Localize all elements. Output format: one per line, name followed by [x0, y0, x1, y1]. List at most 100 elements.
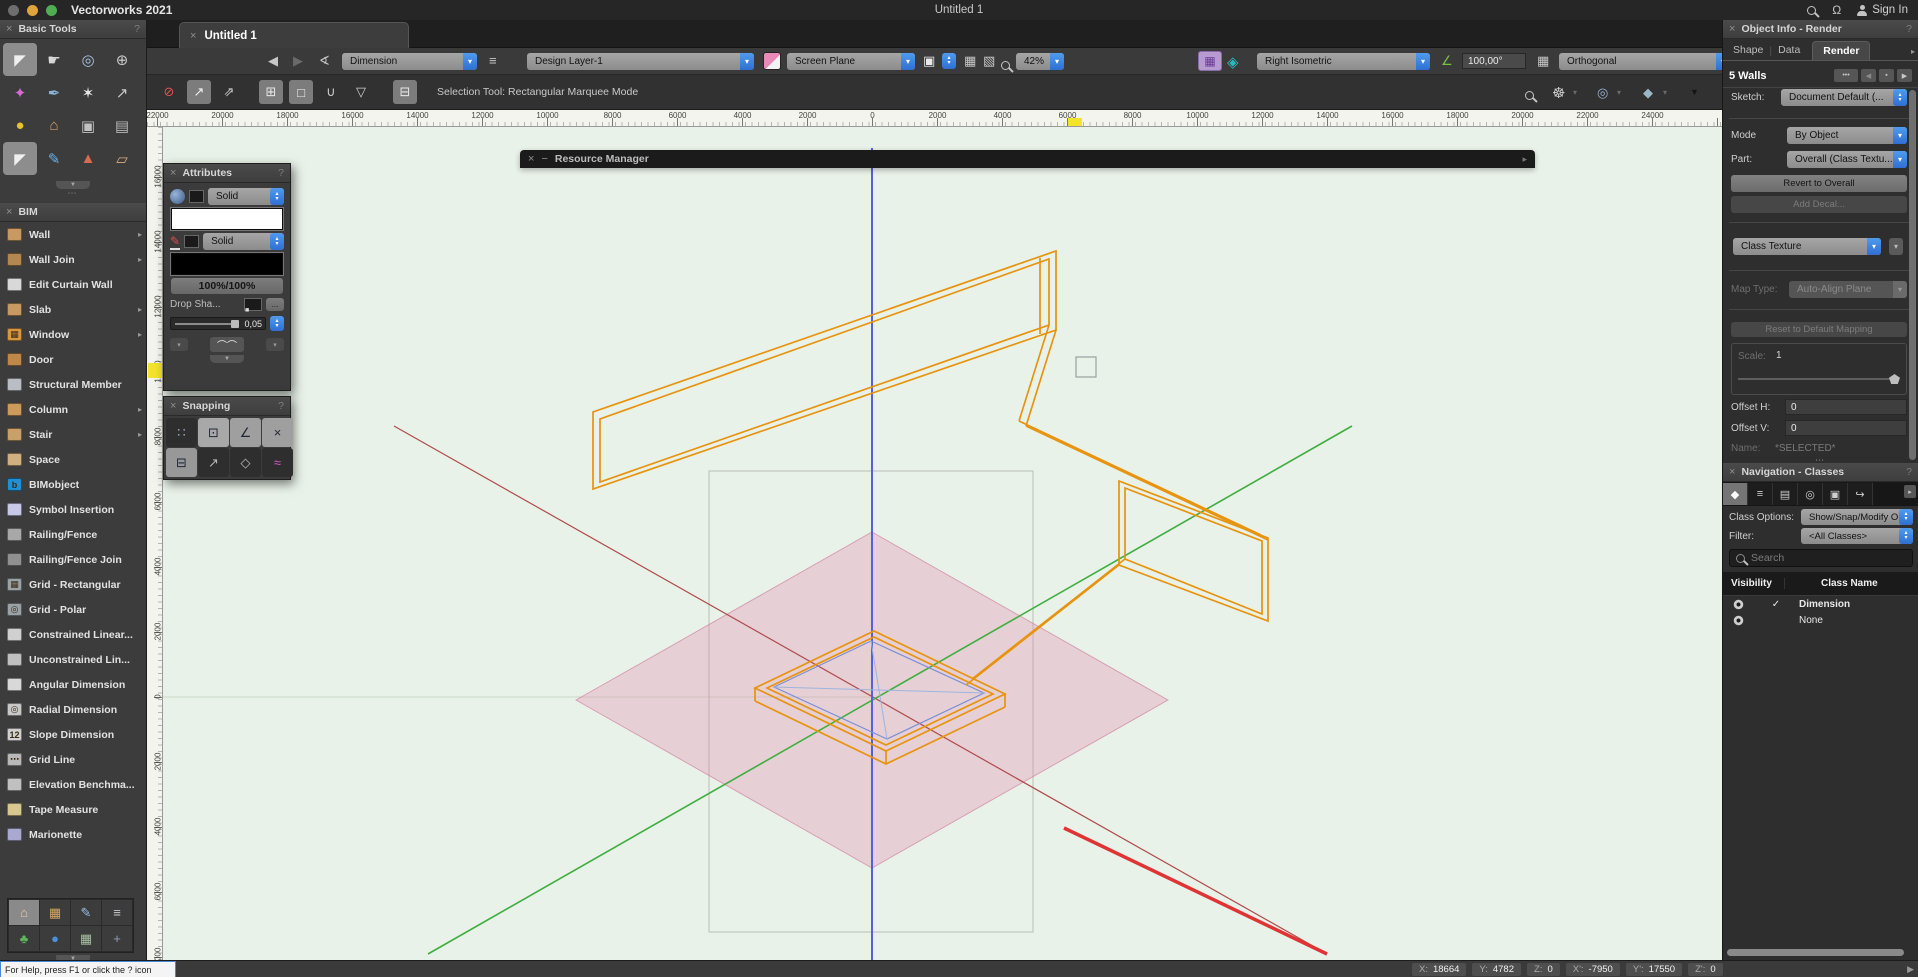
close-icon[interactable]: × [1729, 23, 1735, 35]
tool-mode-button[interactable]: ↗ [187, 80, 211, 104]
drop-shadow-settings-button[interactable]: ... [266, 298, 284, 311]
fill-pattern-swatch[interactable] [189, 190, 204, 203]
bim-tool-item[interactable]: ▦ Window ▸ [0, 322, 146, 347]
close-icon[interactable]: × [170, 400, 176, 412]
tool-mode-button[interactable]: ⊟ [393, 80, 417, 104]
fill-style-dropdown[interactable]: Solid▴▾ [208, 188, 284, 205]
basic-tool-button[interactable]: ✒ [37, 76, 71, 109]
shape-modes-icon[interactable]: ◆ [1643, 85, 1653, 101]
previous-view-icon[interactable]: ▧ [983, 53, 995, 69]
gear-icon[interactable]: ☸ [1552, 84, 1565, 102]
coordinate-field[interactable]: Y:4782 [1472, 963, 1521, 976]
resource-manager-bar[interactable]: × − Resource Manager ▸ [520, 150, 1535, 168]
stepper-icon[interactable]: ▴▾ [270, 316, 284, 331]
bim-tool-item[interactable]: b BIMobject [0, 472, 146, 497]
constraint-icon[interactable]: ∢ [319, 53, 330, 69]
bim-tool-item[interactable]: Wall Join ▸ [0, 247, 146, 272]
workspace-button[interactable]: + [102, 926, 132, 951]
coordinate-field[interactable]: Z':0 [1688, 963, 1723, 976]
attr-next-button[interactable]: ▾ [266, 338, 284, 351]
tab-shape[interactable]: Shape [1733, 44, 1763, 56]
bim-tool-item[interactable]: Door [0, 347, 146, 372]
basic-tool-button[interactable]: ✎ [37, 142, 71, 175]
basic-tool-button[interactable]: ▤ [105, 109, 139, 142]
tool-mode-button[interactable]: ⊞ [259, 80, 283, 104]
status-expand-icon[interactable]: ▶ [1907, 964, 1914, 975]
map-type-dropdown[interactable]: Auto-Align Plane▾ [1789, 281, 1907, 298]
scale-value[interactable]: 1 [1776, 350, 1782, 361]
tool-mode-button[interactable]: □ [289, 80, 313, 104]
navigation-tab-icon[interactable]: ▣ [1823, 483, 1848, 505]
link-attributes-button[interactable]: ⌒⌒ [210, 337, 244, 352]
tool-mode-button[interactable]: ▽ [349, 80, 373, 104]
projection-dropdown[interactable]: Orthogonal▾ [1559, 53, 1730, 70]
scale-slider[interactable] [1738, 374, 1900, 384]
palette-grip[interactable]: ⋯ [0, 189, 146, 197]
record-icon[interactable]: ▪ [1879, 69, 1894, 82]
bim-tool-item[interactable]: Marionette [0, 822, 146, 847]
class-row[interactable]: None [1723, 612, 1918, 628]
coordinate-field[interactable]: Y':17550 [1626, 963, 1682, 976]
snap-toggle-button[interactable]: ⊟ [166, 448, 197, 477]
basic-tool-button[interactable]: ⌂ [37, 109, 71, 142]
class-name[interactable]: None [1799, 615, 1823, 626]
ruler-horizontal[interactable]: 2200020000180001600014000120001000080006… [147, 110, 1722, 127]
close-icon[interactable]: × [1729, 466, 1735, 478]
basic-tool-button[interactable]: ⊕ [105, 43, 139, 76]
close-icon[interactable]: × [528, 153, 534, 165]
document-context-icon[interactable]: ▣ [923, 53, 935, 69]
panel-horizontal-scrollbar[interactable] [1727, 949, 1904, 956]
nav-expand-icon[interactable]: ▸ [1904, 485, 1916, 498]
bim-tool-item[interactable]: Railing/Fence [0, 522, 146, 547]
basic-tool-button[interactable]: ▣ [71, 109, 105, 142]
ruler-vertical[interactable]: 1600014000120001000080006000400020000200… [147, 127, 163, 960]
workspace-button[interactable]: ♣ [9, 926, 39, 951]
fill-color-swatch[interactable] [171, 208, 283, 230]
sign-in-button[interactable]: Sign In [1857, 4, 1908, 16]
search-input[interactable] [1751, 552, 1871, 564]
coordinate-field[interactable]: X:18664 [1412, 963, 1466, 976]
basic-tool-button[interactable]: ☛ [37, 43, 71, 76]
snap-toggle-button[interactable]: ≈ [262, 448, 293, 477]
drop-shadow-slider[interactable]: 0,05 [170, 317, 266, 330]
panel-expand-icon[interactable]: ▸ [1911, 47, 1915, 56]
rotation-angle-field[interactable]: 100,00° [1462, 53, 1526, 69]
navigation-classes-header[interactable]: × Navigation - Classes ? [1723, 463, 1918, 482]
navigation-tab-icon[interactable]: ◎ [1798, 483, 1823, 505]
tab-close-icon[interactable]: × [190, 30, 196, 42]
snap-toggle-button[interactable]: × [262, 418, 293, 447]
tab-data[interactable]: Data [1778, 44, 1800, 56]
coordinate-field[interactable]: X':-7950 [1566, 963, 1620, 976]
snapping-header[interactable]: × Snapping ? [164, 397, 290, 416]
pen-color-swatch[interactable] [171, 253, 283, 275]
mode-bar-overflow-icon[interactable]: ▼ [1690, 87, 1699, 97]
chevron-down-icon[interactable]: ▾ [1617, 88, 1621, 97]
palette-collapse-handle[interactable]: ▼ [210, 355, 244, 363]
active-plane-dropdown[interactable]: Screen Plane▾ [787, 53, 915, 70]
mode-dropdown[interactable]: By Object▾ [1787, 127, 1907, 144]
sketch-dropdown[interactable]: Document Default (...▴▾ [1781, 89, 1907, 106]
prev-icon[interactable]: ◀ [1861, 69, 1876, 82]
reset-mapping-button[interactable]: Reset to Default Mapping [1731, 322, 1907, 337]
bim-tool-item[interactable]: Elevation Benchma... [0, 772, 146, 797]
help-icon[interactable]: ? [134, 23, 140, 35]
snap-toggle-button[interactable]: ◇ [230, 448, 261, 477]
coordinate-field[interactable]: Z:0 [1527, 963, 1560, 976]
column-class-name[interactable]: Class Name [1785, 578, 1878, 589]
object-info-header[interactable]: × Object Info - Render ? [1723, 20, 1918, 39]
chevron-down-icon[interactable]: ▾ [1573, 88, 1577, 97]
active-class-check[interactable]: ✓ [1753, 599, 1799, 610]
attr-prev-button[interactable]: ▾ [170, 338, 188, 351]
panel-vertical-scrollbar[interactable] [1909, 90, 1916, 460]
class-row[interactable]: ✓ Dimension [1723, 596, 1918, 612]
class-search[interactable] [1729, 549, 1913, 567]
bim-tool-item[interactable]: Structural Member [0, 372, 146, 397]
revert-to-overall-button[interactable]: Revert to Overall [1731, 175, 1907, 192]
visibility-eye-icon[interactable] [1723, 615, 1753, 626]
opacity-button[interactable]: 100%/100% [171, 278, 283, 294]
close-icon[interactable]: × [6, 206, 12, 218]
bim-tool-item[interactable]: Stair ▸ [0, 422, 146, 447]
tab-untitled-1[interactable]: × Untitled 1 [179, 22, 409, 48]
basic-tool-button[interactable]: ◤ [3, 43, 37, 76]
drawing-canvas[interactable] [147, 110, 1722, 960]
